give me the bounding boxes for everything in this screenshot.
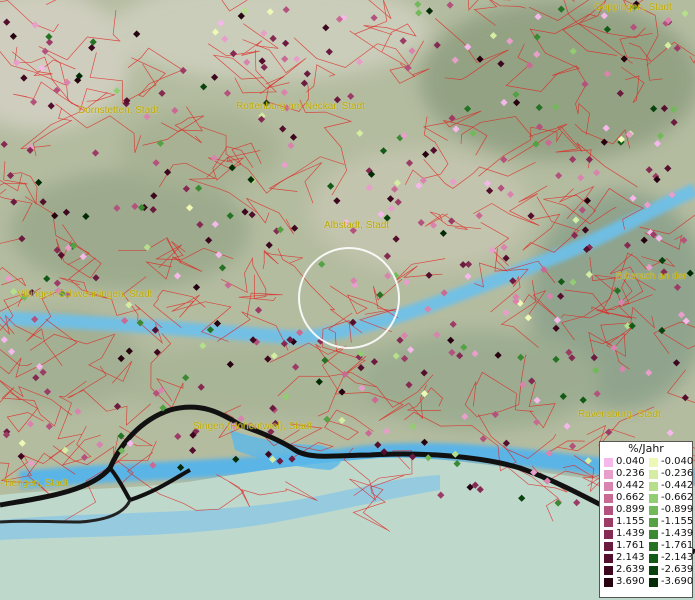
legend-swatch — [649, 565, 658, 575]
legend-swatch — [649, 553, 658, 563]
legend-entry-neg: -1.155 — [645, 516, 694, 528]
legend-swatch — [604, 505, 613, 515]
legend-swatch — [649, 505, 658, 515]
legend-value: -0.040 — [661, 456, 694, 467]
legend-value: 0.040 — [616, 456, 645, 467]
legend-entry-pos: 0.040 — [600, 456, 645, 468]
legend-swatch — [604, 553, 613, 563]
legend-entry-neg: -0.662 — [645, 492, 694, 504]
legend-swatch — [649, 529, 658, 539]
legend-value: 0.236 — [616, 468, 645, 479]
legend-swatch — [604, 469, 613, 479]
legend-entry-neg: -0.442 — [645, 480, 694, 492]
legend-value: 0.899 — [616, 504, 645, 515]
legend-row: 2.143 -2.143 — [600, 552, 694, 564]
legend-value: -0.899 — [661, 504, 694, 515]
legend-swatch — [649, 457, 658, 467]
legend-entry-neg: -0.899 — [645, 504, 694, 516]
legend-value: -0.662 — [661, 492, 694, 503]
legend-value: 0.662 — [616, 492, 645, 503]
legend-swatch — [604, 517, 613, 527]
legend-row: 0.040 -0.040 — [600, 456, 694, 468]
town-label-biberach: Biberach an der — [616, 271, 687, 282]
legend-entry-neg: -1.439 — [645, 528, 694, 540]
legend-swatch — [649, 481, 658, 491]
legend-swatch — [604, 541, 613, 551]
legend-entry-neg: -2.639 — [645, 564, 694, 576]
legend-value: -0.442 — [661, 480, 694, 491]
legend-value: -3.690 — [661, 576, 694, 587]
legend-swatch — [649, 469, 658, 479]
legend-swatch — [604, 565, 613, 575]
legend-swatch — [604, 457, 613, 467]
legend-row: 0.662 -0.662 — [600, 492, 694, 504]
legend-value: 2.143 — [616, 552, 645, 563]
legend: %/Jahr 0.040 -0.040 0.236 -0.236 0.442 -0.442… — [599, 441, 693, 598]
legend-swatch — [604, 493, 613, 503]
legend-entry-neg: -1.761 — [645, 540, 694, 552]
town-label-singen: Singen (Hohentwiel), Stadt — [193, 421, 312, 432]
legend-row: 2.639 -2.639 — [600, 564, 694, 576]
legend-swatch — [604, 529, 613, 539]
legend-entry-pos: 2.639 — [600, 564, 645, 576]
legend-entry-pos: 1.155 — [600, 516, 645, 528]
legend-value: 1.155 — [616, 516, 645, 527]
legend-value: 1.439 — [616, 528, 645, 539]
legend-entry-neg: -0.040 — [645, 456, 694, 468]
legend-swatch — [649, 493, 658, 503]
legend-entry-neg: -3.690 — [645, 576, 694, 588]
legend-value: -2.143 — [661, 552, 694, 563]
legend-row: 3.690 -3.690 — [600, 576, 694, 588]
legend-swatch — [649, 577, 658, 587]
legend-value: -0.236 — [661, 468, 694, 479]
town-label-albstadt: Albstadt, Stadt — [324, 220, 390, 231]
legend-value: -1.439 — [661, 528, 694, 539]
legend-title: %/Jahr — [628, 442, 664, 455]
legend-entry-pos: 1.761 — [600, 540, 645, 552]
town-label-tiengen: -Tiengen, Stadt — [0, 478, 69, 489]
map-canvas[interactable] — [0, 0, 695, 600]
legend-entry-pos: 0.899 — [600, 504, 645, 516]
legend-value: -2.639 — [661, 564, 694, 575]
legend-swatch — [604, 481, 613, 491]
legend-entry-pos: 0.236 — [600, 468, 645, 480]
legend-entry-pos: 0.442 — [600, 480, 645, 492]
legend-value: 2.639 — [616, 564, 645, 575]
legend-entry-pos: 0.662 — [600, 492, 645, 504]
legend-swatch — [604, 577, 613, 587]
legend-rows: 0.040 -0.040 0.236 -0.236 0.442 -0.442 0.662 -0… — [600, 456, 694, 588]
town-label-ravensburg: Ravensburg, Stadt — [578, 409, 661, 420]
legend-swatch — [649, 517, 658, 527]
legend-value: -1.155 — [661, 516, 694, 527]
town-label-villingen-schwenningen: Villingen-Schwenningen, Stadt — [17, 289, 153, 300]
legend-entry-pos: 1.439 — [600, 528, 645, 540]
legend-row: 1.155 -1.155 — [600, 516, 694, 528]
legend-row: 0.899 -0.899 — [600, 504, 694, 516]
legend-row: 0.236 -0.236 — [600, 468, 694, 480]
legend-entry-neg: -0.236 — [645, 468, 694, 480]
town-label-rottenburg: Rottenburg am Neckar, Stadt — [236, 101, 365, 112]
legend-row: 1.439 -1.439 — [600, 528, 694, 540]
legend-value: 3.690 — [616, 576, 645, 587]
legend-entry-pos: 2.143 — [600, 552, 645, 564]
legend-swatch — [649, 541, 658, 551]
legend-row: 1.761 -1.761 — [600, 540, 694, 552]
town-label-goeppingen: Göppingen, Stadt — [594, 2, 672, 13]
legend-entry-neg: -2.143 — [645, 552, 694, 564]
town-label-dornstetten: Dornstetten, Stadt — [78, 105, 159, 116]
legend-value: -1.761 — [661, 540, 694, 551]
legend-entry-pos: 3.690 — [600, 576, 645, 588]
legend-value: 1.761 — [616, 540, 645, 551]
legend-value: 0.442 — [616, 480, 645, 491]
legend-row: 0.442 -0.442 — [600, 480, 694, 492]
